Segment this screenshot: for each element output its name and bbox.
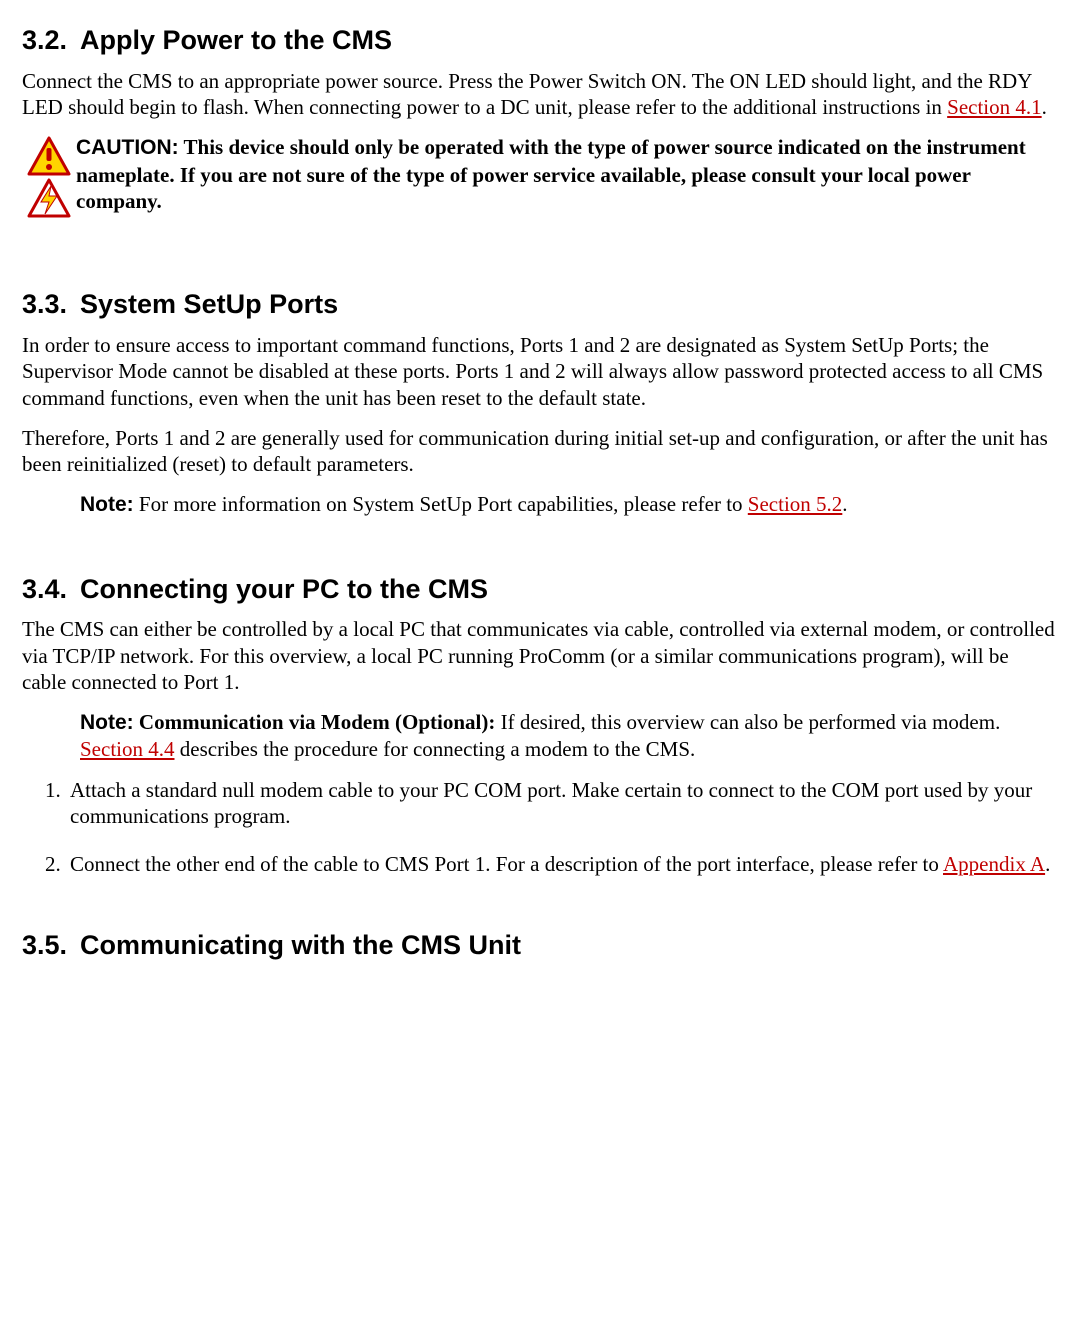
caution-text: CAUTION: This device should only be oper…: [76, 134, 1058, 214]
section-title: System SetUp Ports: [80, 289, 338, 319]
caution-label: CAUTION:: [76, 136, 179, 159]
section-heading-3-5: 3.5.Communicating with the CMS Unit: [22, 929, 1058, 963]
text: describes the procedure for connecting a…: [175, 737, 696, 761]
section-number: 3.5.: [22, 929, 80, 963]
note-label: Note:: [80, 711, 134, 734]
paragraph: In order to ensure access to important c…: [22, 332, 1058, 411]
paragraph: The CMS can either be controlled by a lo…: [22, 616, 1058, 695]
section-number: 3.4.: [22, 573, 80, 607]
warning-triangle-icon: [27, 136, 71, 176]
text: Connect the other end of the cable to CM…: [70, 852, 943, 876]
caution-block: CAUTION: This device should only be oper…: [22, 134, 1058, 218]
link-section-4-1[interactable]: Section 4.1: [947, 95, 1042, 119]
section-title: Communicating with the CMS Unit: [80, 930, 521, 960]
link-appendix-a[interactable]: Appendix A: [943, 852, 1045, 876]
list-item: Attach a standard null modem cable to yo…: [66, 777, 1058, 830]
note-subtitle: Communication via Modem (Optional):: [134, 710, 496, 734]
paragraph: Connect the CMS to an appropriate power …: [22, 68, 1058, 121]
section-heading-3-4: 3.4.Connecting your PC to the CMS: [22, 573, 1058, 607]
note-block: Note: Communication via Modem (Optional)…: [80, 709, 1058, 763]
text: Attach a standard null modem cable to yo…: [70, 778, 1032, 828]
link-section-4-4[interactable]: Section 4.4: [80, 737, 175, 761]
note-label: Note:: [80, 493, 134, 516]
section-heading-3-3: 3.3.System SetUp Ports: [22, 288, 1058, 322]
section-number: 3.2.: [22, 24, 80, 58]
caution-body: This device should only be operated with…: [76, 135, 1026, 213]
section-heading-3-2: 3.2.Apply Power to the CMS: [22, 24, 1058, 58]
section-title: Apply Power to the CMS: [80, 25, 392, 55]
paragraph: Therefore, Ports 1 and 2 are generally u…: [22, 425, 1058, 478]
text: If desired, this overview can also be pe…: [495, 710, 1000, 734]
note-block: Note: For more information on System Set…: [80, 491, 1058, 518]
section-title: Connecting your PC to the CMS: [80, 574, 488, 604]
caution-icons: [22, 134, 76, 218]
link-section-5-2[interactable]: Section 5.2: [748, 492, 843, 516]
list-item: Connect the other end of the cable to CM…: [66, 851, 1058, 877]
electrical-hazard-icon: [27, 178, 71, 218]
ordered-list: Attach a standard null modem cable to yo…: [22, 777, 1058, 878]
text: .: [1045, 852, 1050, 876]
text: .: [1042, 95, 1047, 119]
note-body: For more information on System SetUp Por…: [134, 492, 748, 516]
text: .: [842, 492, 847, 516]
section-number: 3.3.: [22, 288, 80, 322]
text: Connect the CMS to an appropriate power …: [22, 69, 1032, 119]
